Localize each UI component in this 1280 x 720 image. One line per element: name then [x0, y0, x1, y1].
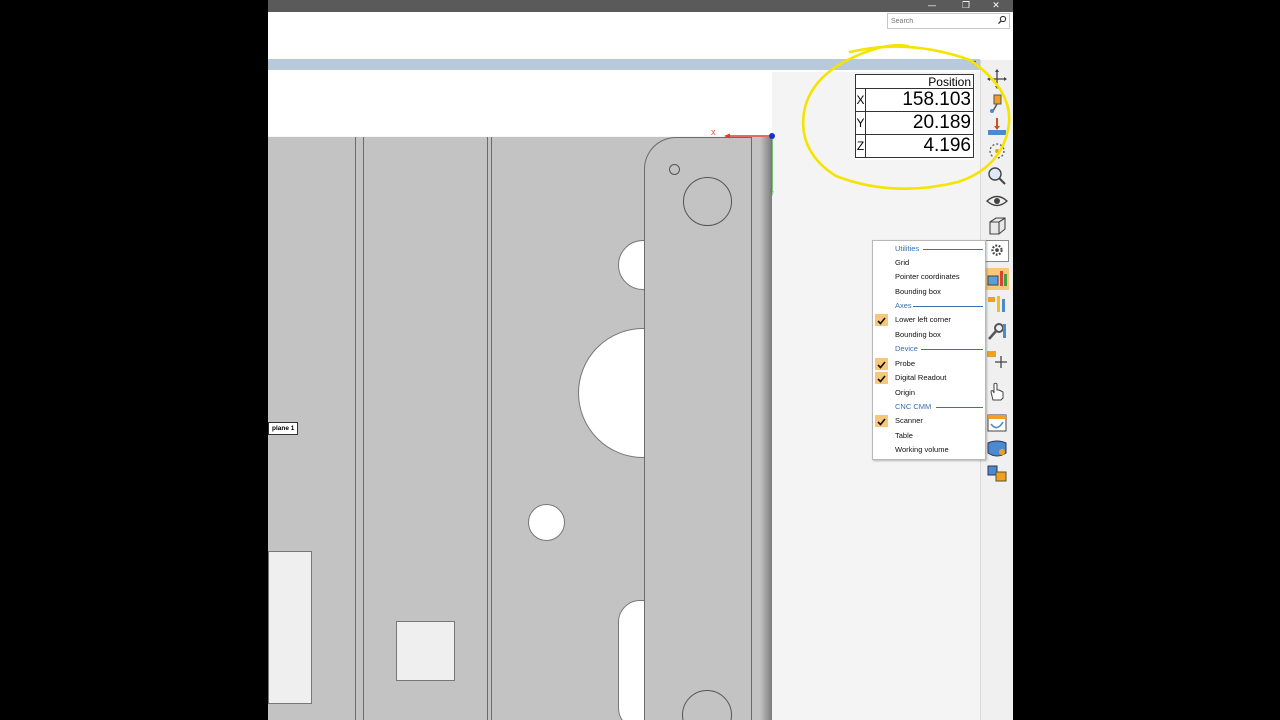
readout-row-y: Y 20.189	[855, 112, 974, 135]
menu-item-lower-left-corner[interactable]: Lower left corner	[895, 315, 951, 325]
section-cnc-cmm: CNC CMM	[895, 402, 932, 411]
display-settings-icon[interactable]	[985, 268, 1009, 290]
section-axes: Axes	[895, 301, 912, 310]
part-edge	[491, 137, 492, 720]
part-edge	[355, 137, 356, 720]
restore-button[interactable]: ❐	[955, 0, 977, 12]
section-divider	[936, 407, 983, 408]
menu-item-probe[interactable]: Probe	[895, 359, 915, 369]
title-bar: — ❐ ✕	[268, 0, 1013, 12]
section-divider	[923, 249, 983, 250]
check-icon	[875, 415, 888, 427]
readout-axis: Y	[856, 112, 866, 134]
transform-icon[interactable]	[985, 462, 1009, 484]
circle-select-icon[interactable]	[985, 140, 1009, 162]
section-utilities: Utilities	[895, 244, 920, 253]
check-icon	[875, 372, 888, 384]
menu-item-digital-readout[interactable]: Digital Readout	[895, 373, 946, 383]
application-window: — ❐ ✕ ▾ X Y plane 1	[268, 0, 1013, 720]
rect-pocket[interactable]	[268, 551, 312, 704]
pin-hole[interactable]	[669, 164, 680, 175]
display-options-menu: Utilities Grid Pointer coordinates Bound…	[872, 240, 986, 460]
square-pocket[interactable]	[396, 621, 455, 681]
x-axis-label: X	[711, 130, 716, 137]
gear-icon[interactable]	[985, 240, 1009, 262]
part-edge-shading	[760, 137, 772, 720]
menu-item-pointer-coordinates[interactable]: Pointer coordinates	[895, 272, 960, 282]
close-button[interactable]: ✕	[985, 0, 1007, 12]
readout-value: 20.189	[912, 112, 971, 133]
dialog-icon[interactable]	[985, 412, 1009, 434]
move-icon[interactable]	[985, 68, 1009, 90]
part-edge	[487, 137, 488, 720]
section-divider	[913, 306, 983, 307]
zoom-icon[interactable]	[985, 165, 1009, 187]
eye-icon[interactable]	[985, 190, 1009, 212]
section-divider	[921, 349, 983, 350]
y-axis-label: Y	[770, 192, 774, 198]
menu-item-table[interactable]: Table	[895, 431, 913, 441]
move-probe-icon[interactable]	[985, 348, 1009, 370]
small-hole[interactable]	[528, 504, 565, 541]
search-icon[interactable]	[997, 15, 1007, 25]
readout-header: Position	[855, 74, 974, 89]
chevron-down-icon[interactable]: ▾	[972, 58, 976, 67]
readout-value: 158.103	[902, 89, 971, 110]
origin-axes-icon: X Y	[711, 130, 775, 198]
panel-header-bar: ▾	[268, 58, 980, 70]
color-bars-icon[interactable]	[985, 293, 1009, 315]
readout-axis: Z	[856, 135, 866, 157]
readout-row-z: Z 4.196	[855, 135, 974, 158]
readout-value: 4.196	[923, 135, 971, 156]
menu-item-origin[interactable]: Origin	[895, 388, 915, 398]
check-icon	[875, 314, 888, 326]
menu-item-bounding-box[interactable]: Bounding box	[895, 287, 941, 297]
cube-view-icon[interactable]	[985, 215, 1009, 237]
menu-item-scanner[interactable]: Scanner	[895, 416, 923, 426]
search-box[interactable]	[887, 13, 1010, 29]
check-icon	[875, 358, 888, 370]
part-edge	[363, 137, 364, 720]
hand-icon[interactable]	[985, 380, 1009, 402]
menu-item-working-volume[interactable]: Working volume	[895, 445, 949, 455]
minimize-button[interactable]: —	[921, 0, 943, 12]
readout-axis: X	[856, 89, 866, 111]
wrench-icon[interactable]	[985, 320, 1009, 342]
search-input[interactable]	[891, 14, 991, 28]
plane-label[interactable]: plane 1	[268, 422, 299, 435]
probe-icon[interactable]	[985, 92, 1009, 114]
menu-item-grid[interactable]: Grid	[895, 258, 909, 268]
surface-icon[interactable]	[985, 437, 1009, 459]
menu-item-bounding-box-axes[interactable]: Bounding box	[895, 330, 941, 340]
readout-row-x: X 158.103	[855, 89, 974, 112]
digital-readout: Position X 158.103 Y 20.189 Z 4.196	[855, 74, 975, 160]
pick-icon[interactable]	[985, 116, 1009, 138]
section-device: Device	[895, 344, 918, 353]
